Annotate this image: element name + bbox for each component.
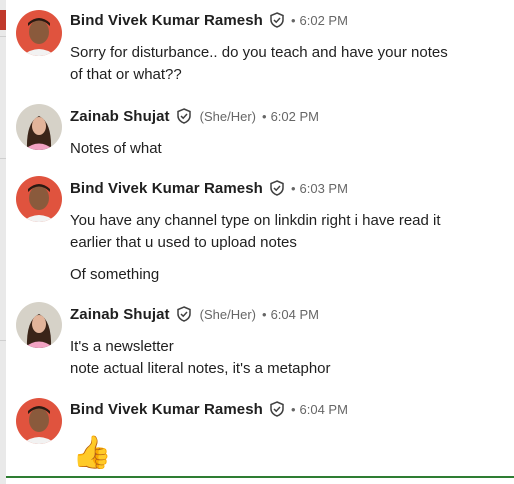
separator-dot: • [290, 401, 296, 417]
message-time: 6:03 PM [299, 180, 348, 196]
sender-name[interactable]: Zainab Shujat [70, 306, 170, 323]
composer-focus-border [6, 476, 514, 478]
avatar[interactable] [16, 176, 62, 222]
sender-name[interactable]: Zainab Shujat [70, 108, 170, 125]
message-header: Bind Vivek Kumar Ramesh • 6:04 PM [70, 398, 348, 420]
message-text: earlier that u used to upload notes [70, 234, 297, 251]
thumbs-up-emoji: 👍 [72, 434, 112, 470]
separator-dot: • [262, 306, 267, 322]
avatar[interactable] [16, 302, 62, 348]
message-time: 6:02 PM [270, 108, 319, 124]
message-time: 6:04 PM [270, 306, 319, 322]
message-text: It's a newsletter [70, 338, 174, 355]
pronouns: (She/Her) [199, 108, 257, 124]
message-text: Notes of what [70, 140, 162, 157]
separator-dot: • [290, 12, 296, 28]
verified-shield-icon [269, 12, 285, 28]
message-header: Bind Vivek Kumar Ramesh • 6:02 PM [70, 9, 348, 31]
message-header: Bind Vivek Kumar Ramesh • 6:03 PM [70, 177, 348, 199]
pronouns: (She/Her) [199, 306, 257, 322]
message-time: 6:04 PM [299, 401, 348, 417]
avatar[interactable] [16, 10, 62, 56]
message-text: note actual literal notes, it's a metaph… [70, 360, 331, 377]
message-header: Zainab Shujat (She/Her) • 6:02 PM [70, 105, 319, 127]
message-text: You have any channel type on linkdin rig… [70, 212, 441, 229]
avatar[interactable] [16, 398, 62, 444]
message-text: of that or what?? [70, 66, 182, 83]
message-text: Sorry for disturbance.. do you teach and… [70, 44, 448, 61]
separator-dot: • [262, 108, 267, 124]
verified-shield-icon [176, 306, 192, 322]
sender-name[interactable]: Bind Vivek Kumar Ramesh [70, 180, 263, 197]
verified-shield-icon [176, 108, 192, 124]
separator-dot: • [290, 180, 296, 196]
verified-shield-icon [269, 180, 285, 196]
verified-shield-icon [269, 401, 285, 417]
sender-name[interactable]: Bind Vivek Kumar Ramesh [70, 12, 263, 29]
sender-name[interactable]: Bind Vivek Kumar Ramesh [70, 401, 263, 418]
message-header: Zainab Shujat (She/Her) • 6:04 PM [70, 303, 319, 325]
message-thread: Bind Vivek Kumar Ramesh • 6:02 PM Sorry … [6, 0, 514, 484]
message-text: Of something [70, 266, 160, 283]
message-time: 6:02 PM [299, 12, 348, 28]
avatar[interactable] [16, 104, 62, 150]
